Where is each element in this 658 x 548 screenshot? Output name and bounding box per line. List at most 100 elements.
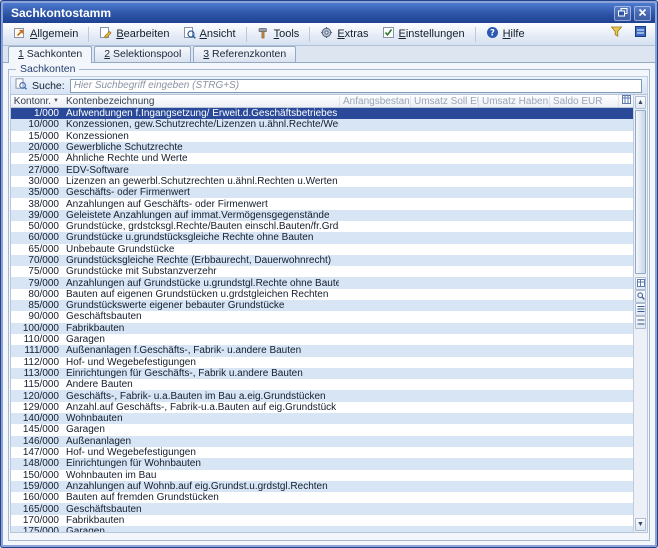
table-row[interactable]: 38/000 Anzahlungen auf Geschäfts- oder F… [11, 198, 633, 209]
search-bar: Suche: [10, 76, 648, 94]
list-icon [637, 305, 645, 315]
overview-button[interactable] [631, 25, 649, 43]
menu-label: Einstellungen [399, 28, 465, 40]
table-row[interactable]: 65/000 Unbebaute Grundstücke [11, 244, 633, 255]
table-row[interactable]: 70/000 Grundstücksgleiche Rechte (Erbbau… [11, 255, 633, 266]
cell-kontonr: 50/000 [11, 221, 63, 232]
menu-ansicht[interactable]: Ansicht [177, 24, 242, 44]
side-menu-button[interactable] [635, 316, 646, 329]
table-row[interactable]: 39/000 Geleistete Anzahlungen auf immat.… [11, 210, 633, 221]
column-header-kontenbezeichnung[interactable]: Kontenbezeichnung [63, 96, 339, 107]
search-input[interactable] [70, 79, 642, 93]
close-button[interactable] [634, 6, 651, 21]
table-row[interactable]: 150/000 Wohnbauten im Bau [11, 470, 633, 481]
table-row[interactable]: 75/000 Grundstücke mit Substanzverzehr [11, 266, 633, 277]
cell-kontenbezeichnung: Gewerbliche Schutzrechte [63, 142, 339, 153]
cell-kontenbezeichnung: Wohnbauten im Bau [63, 470, 339, 481]
column-header-umsatz-haben[interactable]: Umsatz Haben EUR [478, 96, 549, 107]
cell-kontonr: 140/000 [11, 413, 63, 424]
cell-kontenbezeichnung: Grundstücksgleiche Rechte (Erbbaurecht, … [63, 255, 339, 266]
column-header-anfangsbestand[interactable]: Anfangsbestand EUR [339, 96, 410, 107]
table-row[interactable]: 170/000 Fabrikbauten [11, 515, 633, 526]
cell-kontonr: 80/000 [11, 289, 63, 300]
cell-kontonr: 110/000 [11, 334, 63, 345]
table-row[interactable]: 20/000 Gewerbliche Schutzrechte [11, 142, 633, 153]
table-row[interactable]: 27/000 EDV-Software [11, 164, 633, 175]
cell-kontenbezeichnung: Geschäfts- oder Firmenwert [63, 187, 339, 198]
overview-grid-icon [634, 25, 647, 43]
table-row[interactable]: 30/000 Lizenzen an gewerbl.Schutzrechten… [11, 176, 633, 187]
table-row[interactable]: 120/000 Geschäfts-, Fabrik- u.a.Bauten i… [11, 390, 633, 401]
table-row[interactable]: 147/000 Hof- und Wegebefestigungen [11, 447, 633, 458]
table-row[interactable]: 60/000 Grundstücke u.grundstücksgleiche … [11, 232, 633, 243]
cell-kontenbezeichnung: Grundstücke u.grundstücksgleiche Rechte … [63, 232, 339, 243]
table-row[interactable]: 129/000 Anzahl.auf Geschäfts-, Fabrik-u.… [11, 402, 633, 413]
table-row[interactable]: 115/000 Andere Bauten [11, 379, 633, 390]
cell-kontonr: 10/000 [11, 119, 63, 130]
side-grid-button[interactable] [635, 277, 646, 290]
table-header-row: Kontonr. ▼ Kontenbezeichnung Anfangsbest… [11, 95, 633, 108]
table-row[interactable]: 165/000 Geschäftsbauten [11, 503, 633, 514]
cell-kontenbezeichnung: Andere Bauten [63, 379, 339, 390]
table-row[interactable]: 80/000 Bauten auf eigenen Grundstücken u… [11, 289, 633, 300]
table-row[interactable]: 112/000 Hof- und Wegebefestigungen [11, 357, 633, 368]
tab-selektionspool[interactable]: 2 Selektionspool [94, 46, 191, 62]
column-header-umsatz-soll[interactable]: Umsatz Soll EUR [410, 96, 478, 107]
menu-label: Ansicht [200, 28, 236, 40]
cell-kontenbezeichnung: Außenanlagen f.Geschäfts-, Fabrik- u.and… [63, 345, 339, 356]
restore-button[interactable] [614, 6, 631, 21]
tab-strip: 1 Sachkonten 2 Selektionspool 3 Referenz… [3, 46, 655, 63]
cell-kontenbezeichnung: Grundstückswerte eigener bebauter Grunds… [63, 300, 339, 311]
cell-kontenbezeichnung: Grundstücke mit Substanzverzehr [63, 266, 339, 277]
table-row[interactable]: 85/000 Grundstückswerte eigener bebauter… [11, 300, 633, 311]
vertical-scrollbar[interactable]: ▲ ▼ [633, 95, 647, 532]
tab-sachkonten[interactable]: 1 Sachkonten [8, 46, 92, 63]
menu-tools[interactable]: Tools [251, 24, 306, 44]
magnifier-icon [637, 292, 645, 302]
menu-hilfe[interactable]: ? Hilfe [480, 24, 531, 44]
cell-kontonr: 147/000 [11, 447, 63, 458]
table-row[interactable]: 50/000 Grundstücke, grdstcksgl.Rechte/Ba… [11, 221, 633, 232]
menu-allgemein[interactable]: Allgemein [7, 24, 84, 44]
side-list-button[interactable] [635, 303, 646, 316]
table-row[interactable]: 110/000 Garagen [11, 334, 633, 345]
column-header-saldo[interactable]: Saldo EUR [549, 96, 618, 107]
cell-kontenbezeichnung: Bauten auf eigenen Grundstücken u.grdstg… [63, 289, 339, 300]
grid-icon [637, 279, 645, 289]
cell-kontenbezeichnung: Lizenzen an gewerbl.Schutzrechten u.ähnl… [63, 176, 339, 187]
cell-kontonr: 65/000 [11, 244, 63, 255]
menu-bearbeiten[interactable]: Bearbeiten [93, 24, 175, 44]
scroll-up-button[interactable]: ▲ [635, 96, 646, 109]
table-row[interactable]: 175/000 Garagen [11, 526, 633, 532]
table-row[interactable]: 111/000 Außenanlagen f.Geschäfts-, Fabri… [11, 345, 633, 356]
filter-button[interactable] [607, 25, 625, 43]
table-row[interactable]: 10/000 Konzessionen, gew.Schutzrechte/Li… [11, 119, 633, 130]
table-row[interactable]: 35/000 Geschäfts- oder Firmenwert [11, 187, 633, 198]
table-row[interactable]: 113/000 Einrichtungen für Geschäfts-, Fa… [11, 368, 633, 379]
side-search-button[interactable] [635, 290, 646, 303]
scroll-down-button[interactable]: ▼ [635, 518, 646, 531]
cell-kontenbezeichnung: Konzessionen [63, 131, 339, 142]
table-row[interactable]: 146/000 Außenanlagen [11, 436, 633, 447]
accounts-grid: Kontonr. ▼ Kontenbezeichnung Anfangsbest… [10, 94, 648, 533]
column-header-kontonr[interactable]: Kontonr. ▼ [11, 96, 63, 107]
table-row[interactable]: 148/000 Einrichtungen für Wohnbauten [11, 458, 633, 469]
menu-label: Allgemein [30, 28, 78, 40]
table-row[interactable]: 90/000 Geschäftsbauten [11, 311, 633, 322]
table-row[interactable]: 140/000 Wohnbauten [11, 413, 633, 424]
menu-einstellungen[interactable]: Einstellungen [376, 24, 471, 44]
table-row[interactable]: 145/000 Garagen [11, 424, 633, 435]
cell-kontenbezeichnung: Aufwendungen f.Ingangsetzung/ Erweit.d.G… [63, 108, 339, 119]
table-row[interactable]: 159/000 Anzahlungen auf Wohnb.auf eig.Gr… [11, 481, 633, 492]
help-icon: ? [486, 26, 499, 42]
column-chooser-button[interactable] [618, 95, 633, 107]
table-row[interactable]: 79/000 Anzahlungen auf Grundstücke u.gru… [11, 277, 633, 288]
table-row[interactable]: 100/000 Fabrikbauten [11, 323, 633, 334]
table-row[interactable]: 1/000 Aufwendungen f.Ingangsetzung/ Erwe… [11, 108, 633, 119]
table-row[interactable]: 160/000 Bauten auf fremden Grundstücken [11, 492, 633, 503]
table-row[interactable]: 15/000 Konzessionen [11, 131, 633, 142]
menu-extras[interactable]: Extras [314, 24, 374, 44]
tab-referenzkonten[interactable]: 3 Referenzkonten [193, 46, 296, 62]
scrollbar-thumb[interactable] [635, 110, 646, 274]
table-row[interactable]: 25/000 Ähnliche Rechte und Werte [11, 153, 633, 164]
